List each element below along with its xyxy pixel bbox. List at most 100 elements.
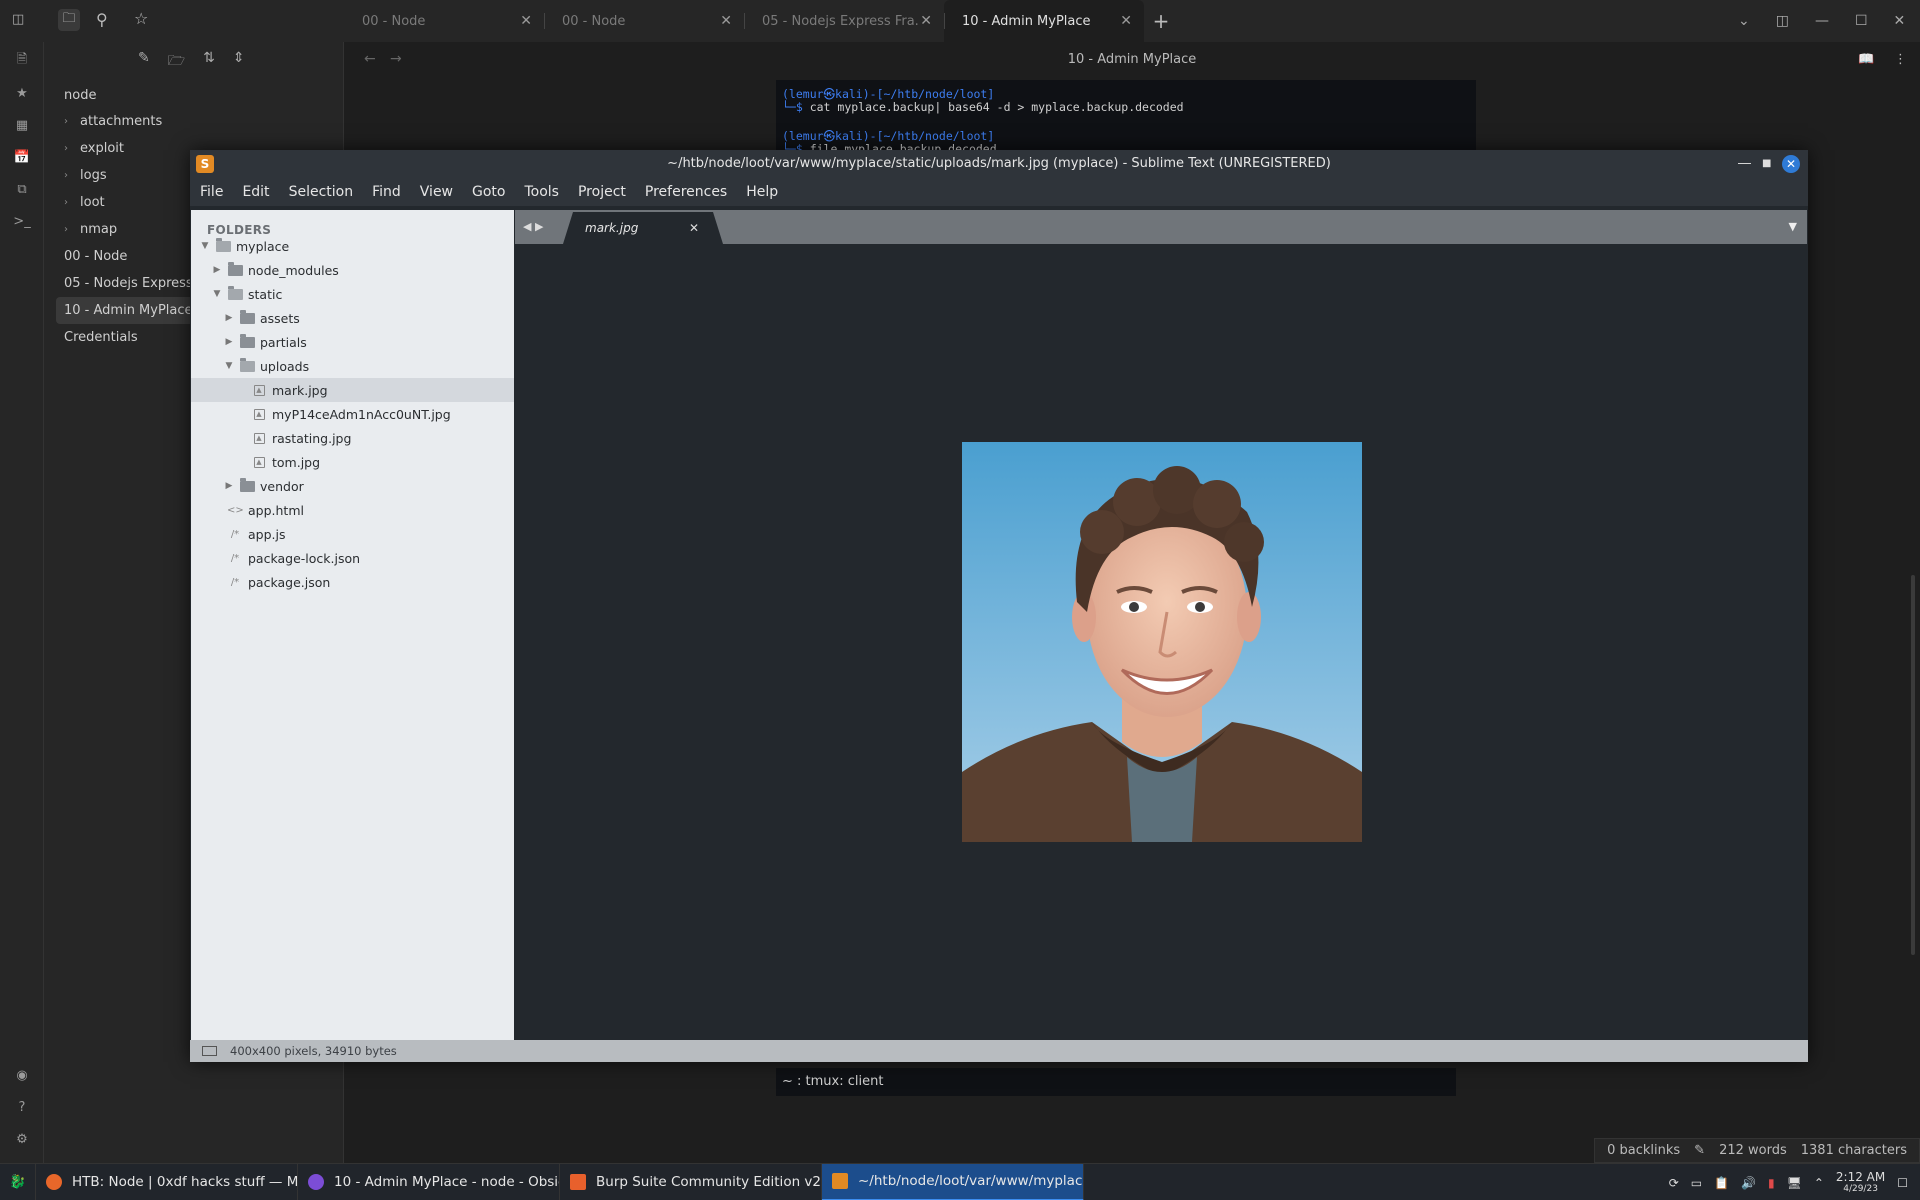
editor-scrollbar[interactable]	[1911, 575, 1915, 955]
terminal-icon[interactable]: >_	[0, 208, 44, 234]
close-icon[interactable]: ✕	[720, 13, 732, 29]
sort-icon[interactable]: ⇅	[203, 50, 215, 74]
tree-item-vendor[interactable]: ▶ vendor	[191, 474, 514, 498]
image-file-icon: ▲	[251, 384, 267, 397]
vault-root[interactable]: node	[64, 82, 96, 109]
tree-item-static[interactable]: ▼ static	[191, 282, 514, 306]
network-icon[interactable]: 🖥	[1787, 1176, 1802, 1190]
tree-item-tom-jpg[interactable]: ▲ tom.jpg	[191, 450, 514, 474]
close-tab-icon[interactable]: ✕	[689, 221, 699, 235]
terminal-tray-icon[interactable]: ▭	[1691, 1176, 1702, 1190]
tab-dropdown-icon[interactable]: ▼	[1789, 220, 1797, 233]
menu-selection[interactable]: Selection	[289, 184, 354, 200]
tree-label: myplace	[236, 238, 290, 254]
search-icon[interactable]: ⚲	[96, 10, 108, 29]
tree-label: static	[248, 286, 283, 302]
tree-item-partials[interactable]: ▶ partials	[191, 330, 514, 354]
tree-item-mark-jpg[interactable]: ▲ mark.jpg	[191, 378, 514, 402]
folder-icon	[227, 285, 243, 301]
menu-goto[interactable]: Goto	[472, 184, 505, 200]
tab-mark-jpg[interactable]: mark.jpg ✕	[563, 212, 723, 244]
new-note-icon[interactable]: ✎	[138, 50, 150, 74]
clipboard-icon[interactable]: 📋	[1714, 1176, 1729, 1190]
tree-item-app-html[interactable]: <> app.html	[191, 498, 514, 522]
chevron-right-icon: ›	[64, 197, 68, 208]
taskbar-obsidian[interactable]: 10 - Admin MyPlace - node - Obsidi...	[298, 1163, 560, 1200]
taskbar-firefox[interactable]: HTB: Node | 0xdf hacks stuff — M...	[36, 1163, 298, 1200]
menu-find[interactable]: Find	[372, 184, 401, 200]
image-info: 400x400 pixels, 34910 bytes	[230, 1044, 397, 1058]
new-folder-icon[interactable]: 🗁	[168, 50, 185, 74]
menu-edit[interactable]: Edit	[242, 184, 269, 200]
expand-arrow-icon: ▶	[225, 481, 233, 491]
close-window-icon[interactable]: ✕	[1894, 13, 1906, 29]
sublime-titlebar: S ~/htb/node/loot/var/www/myplace/static…	[190, 150, 1808, 177]
volume-icon[interactable]: 🔊	[1741, 1176, 1756, 1190]
collapse-icon[interactable]: ⇕	[233, 50, 245, 74]
taskbar-label: ~/htb/node/loot/var/www/myplac...	[858, 1173, 1084, 1189]
tab-00-node-2[interactable]: 00 - Node ✕	[544, 0, 744, 42]
tree-item-app-js[interactable]: /* app.js	[191, 522, 514, 546]
vault-icon[interactable]: ◉	[0, 1062, 44, 1088]
help-icon[interactable]: ?	[0, 1094, 44, 1120]
graph-icon[interactable]: ★	[0, 80, 44, 106]
tree-item-uploads[interactable]: ▼ uploads	[191, 354, 514, 378]
calendar-icon[interactable]: 📅	[0, 144, 44, 170]
settings-gear-icon[interactable]: ⚙	[0, 1126, 44, 1152]
maximize-icon[interactable]: ☐	[1855, 13, 1868, 29]
tree-item-package-json[interactable]: /* package.json	[191, 570, 514, 594]
menu-view[interactable]: View	[420, 184, 453, 200]
tree-item-myplace[interactable]: ▼ myplace	[191, 234, 514, 258]
new-tab-icon[interactable]: +	[1144, 0, 1178, 42]
close-icon[interactable]: ✕	[1782, 154, 1800, 173]
backlinks-count[interactable]: 0 backlinks	[1607, 1143, 1680, 1158]
taskbar-sublime[interactable]: ~/htb/node/loot/var/www/myplac...	[822, 1163, 1084, 1200]
battery-icon[interactable]: ▮	[1768, 1176, 1775, 1190]
more-options-icon[interactable]: ⋮	[1894, 52, 1907, 67]
obsidian-icon	[308, 1174, 324, 1190]
files-icon[interactable]: 🗀	[58, 9, 80, 31]
tree-item-package-lock-json[interactable]: /* package-lock.json	[191, 546, 514, 570]
tab-nav-arrows-icon[interactable]: ◀ ▶	[523, 220, 543, 233]
split-view-icon[interactable]: ◫	[1776, 13, 1789, 29]
tree-item-node-modules[interactable]: ▶ node_modules	[191, 258, 514, 282]
open-note-icon[interactable]: 🗎	[0, 48, 44, 74]
menu-project[interactable]: Project	[578, 184, 626, 200]
menu-help[interactable]: Help	[746, 184, 778, 200]
word-count: 212 words	[1719, 1143, 1787, 1158]
close-icon[interactable]: ✕	[1120, 13, 1132, 29]
taskbar-burp[interactable]: Burp Suite Community Edition v20...	[560, 1163, 822, 1200]
update-icon[interactable]: ⟳	[1669, 1176, 1679, 1190]
minimize-icon[interactable]: —	[1815, 13, 1829, 29]
chevron-up-icon[interactable]: ⌃	[1814, 1176, 1824, 1190]
maximize-icon[interactable]: ■	[1762, 150, 1771, 177]
close-window-button[interactable]: ✕	[1782, 150, 1800, 177]
minimize-icon[interactable]: ―	[1738, 150, 1751, 177]
kali-menu-icon[interactable]: 🐉	[0, 1163, 36, 1200]
menu-file[interactable]: File	[200, 184, 223, 200]
templates-icon[interactable]: ⧉	[0, 176, 44, 202]
folder-attachments[interactable]: › attachments	[64, 108, 344, 135]
collapse-arrow-icon: ▼	[201, 241, 209, 251]
tab-05-nodejs[interactable]: 05 - Nodejs Express Fra... ✕	[744, 0, 944, 42]
close-icon[interactable]: ✕	[920, 13, 932, 29]
console-toggle-icon[interactable]	[202, 1046, 217, 1056]
clock[interactable]: 2:12 AM 4/29/23	[1836, 1171, 1885, 1195]
canvas-icon[interactable]: ▦	[0, 112, 44, 138]
show-desktop-icon[interactable]: ☐	[1897, 1176, 1908, 1190]
system-tray: ⟳ ▭ 📋 🔊 ▮ 🖥 ⌃ 2:12 AM 4/29/23 ☐	[1669, 1164, 1920, 1200]
menu-tools[interactable]: Tools	[524, 184, 559, 200]
tree-item-assets[interactable]: ▶ assets	[191, 306, 514, 330]
tree-item-rastating-jpg[interactable]: ▲ rastating.jpg	[191, 426, 514, 450]
prompt: (lemur㉿kali)-[~/htb/node/loot]	[782, 129, 995, 143]
close-icon[interactable]: ✕	[520, 13, 532, 29]
sidebar-toggle-icon[interactable]: ◫	[12, 12, 24, 27]
edit-pencil-icon[interactable]: ✎	[1694, 1143, 1705, 1158]
menu-preferences[interactable]: Preferences	[645, 184, 727, 200]
tree-item-myp14ceadm1nacc0unt-jpg[interactable]: ▲ myP14ceAdm1nAcc0uNT.jpg	[191, 402, 514, 426]
chevron-down-icon[interactable]: ⌄	[1738, 13, 1750, 29]
bookmark-star-icon[interactable]: ☆	[134, 9, 148, 28]
tab-00-node-1[interactable]: 00 - Node ✕	[344, 0, 544, 42]
reading-view-icon[interactable]: 📖	[1858, 52, 1874, 67]
tab-10-admin-myplace[interactable]: 10 - Admin MyPlace ✕	[944, 0, 1144, 42]
